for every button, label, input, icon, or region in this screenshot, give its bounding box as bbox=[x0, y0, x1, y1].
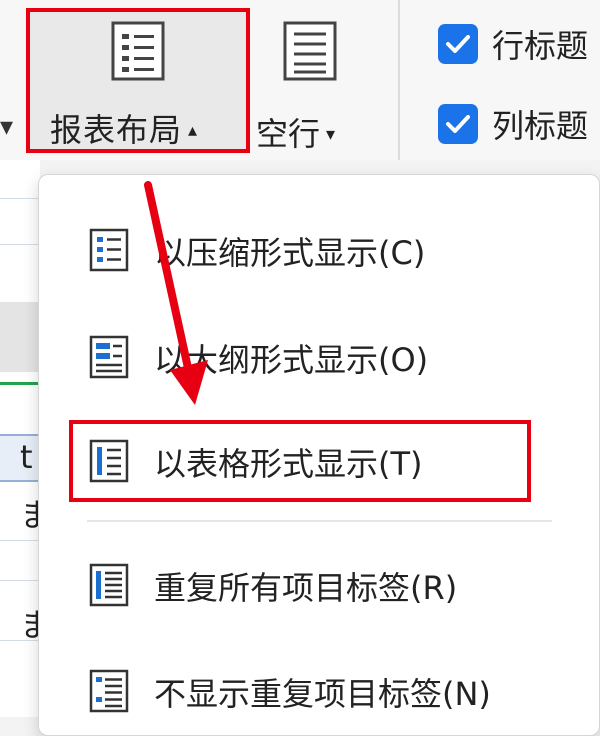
grid-line bbox=[0, 540, 40, 541]
no-repeat-labels-icon bbox=[89, 669, 129, 713]
grid-line bbox=[0, 244, 40, 245]
checkbox-checked-icon[interactable] bbox=[438, 104, 478, 144]
menu-divider bbox=[87, 520, 552, 522]
column-headers-checkbox[interactable]: 列标题 bbox=[438, 100, 588, 148]
checkbox-checked-icon[interactable] bbox=[438, 24, 478, 64]
menu-item-label: 以表格形式显示(T) bbox=[154, 445, 423, 483]
outline-form-icon bbox=[89, 335, 129, 379]
menu-item-label: 以大纲形式显示(O) bbox=[154, 341, 429, 379]
previous-group-chevron-icon[interactable]: ▾ bbox=[0, 112, 13, 142]
chevron-up-icon: ▴ bbox=[188, 120, 199, 141]
blank-rows-icon bbox=[283, 21, 337, 81]
column-headers-label: 列标题 bbox=[492, 107, 589, 145]
report-layout-button[interactable]: 报表布局 ▴ bbox=[26, 8, 250, 153]
row-headers-checkbox[interactable]: 行标题 bbox=[438, 20, 588, 68]
menu-item-no-repeat-labels[interactable]: 不显示重复项目标签(N) bbox=[39, 651, 599, 731]
tabular-form-icon bbox=[89, 439, 129, 483]
grid-cell-text: t bbox=[20, 438, 33, 476]
menu-item-outline-form[interactable]: 以大纲形式显示(O) bbox=[39, 317, 599, 397]
menu-item-tabular-form[interactable]: 以表格形式显示(T) bbox=[69, 420, 531, 502]
report-layout-menu: 以压缩形式显示(C) 以大纲形式显示(O) 以表格形式显示(T) 重复所有项目标… bbox=[38, 174, 600, 736]
active-selection-border bbox=[0, 382, 40, 385]
grid-line bbox=[0, 580, 40, 581]
ribbon: ▾ 报表布局 ▴ 空行 ▾ 行标题 列标题 bbox=[0, 0, 600, 160]
blank-rows-button[interactable]: 空行 ▾ bbox=[256, 8, 366, 153]
menu-item-label: 不显示重复项目标签(N) bbox=[154, 675, 491, 713]
report-layout-icon bbox=[111, 21, 165, 81]
row-headers-label: 行标题 bbox=[492, 27, 589, 65]
report-layout-label: 报表布局 ▴ bbox=[50, 111, 199, 149]
repeat-labels-icon bbox=[89, 563, 129, 607]
compact-form-icon bbox=[89, 228, 129, 272]
chevron-down-icon: ▾ bbox=[326, 124, 336, 145]
spreadsheet-grid[interactable]: t ま ま bbox=[0, 160, 52, 717]
grid-header-area bbox=[0, 302, 40, 372]
menu-item-label: 重复所有项目标签(R) bbox=[154, 569, 458, 607]
menu-item-label: 以压缩形式显示(C) bbox=[154, 234, 426, 272]
blank-rows-label: 空行 ▾ bbox=[256, 115, 336, 153]
grid-line bbox=[0, 198, 40, 199]
menu-item-repeat-labels[interactable]: 重复所有项目标签(R) bbox=[39, 545, 599, 625]
ribbon-separator bbox=[398, 0, 400, 160]
menu-item-compact-form[interactable]: 以压缩形式显示(C) bbox=[39, 210, 599, 290]
